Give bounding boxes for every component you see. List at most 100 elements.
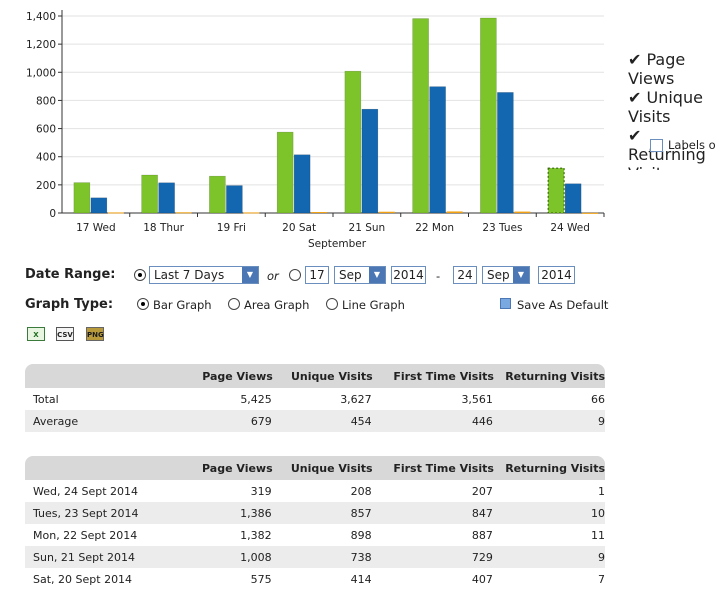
legend-item-unique-visits[interactable]: ✔ Unique Visits bbox=[628, 88, 715, 126]
chevron-down-icon: ▼ bbox=[242, 267, 258, 283]
save-default-label[interactable]: Save As Default bbox=[517, 298, 608, 312]
labels-on-checkbox[interactable] bbox=[650, 138, 663, 152]
table-cell: 1,382 bbox=[240, 528, 272, 542]
line-graph-label[interactable]: Line Graph bbox=[342, 298, 405, 312]
table-cell: 319 bbox=[250, 484, 272, 498]
table-cell: 1 bbox=[598, 484, 605, 498]
daily-table: Page Views Unique Visits First Time Visi… bbox=[25, 456, 605, 590]
to-month-value: Sep bbox=[487, 268, 510, 282]
table-cell: Average bbox=[25, 410, 181, 432]
bar-page-views bbox=[344, 70, 362, 214]
area-graph-radio[interactable] bbox=[228, 298, 240, 310]
chevron-down-icon: ▼ bbox=[369, 267, 385, 283]
table-row: Mon, 22 Sept 2014 1,382 898 887 11 bbox=[25, 524, 605, 546]
legend-item-page-views[interactable]: ✔ Page Views bbox=[628, 50, 715, 88]
x-axis-title: September bbox=[308, 238, 367, 250]
labels-on-label: Labels on bbox=[668, 138, 715, 152]
table-header: Unique Visits bbox=[272, 364, 373, 388]
table-cell: 7 bbox=[598, 572, 605, 586]
table-cell: Sun, 21 Sept 2014 bbox=[25, 546, 181, 568]
from-year-input[interactable]: 2014 bbox=[391, 266, 426, 284]
from-month-select[interactable]: Sep ▼ bbox=[334, 266, 386, 284]
x-tick-label: 17 Wed bbox=[76, 222, 116, 234]
y-tick-label: 0 bbox=[49, 208, 56, 220]
table-header: Returning Visits bbox=[493, 456, 605, 480]
table-cell: 1,008 bbox=[180, 546, 273, 568]
chevron-down-icon: ▼ bbox=[513, 267, 529, 283]
table-cell: 414 bbox=[350, 572, 372, 586]
bar-returning-visits bbox=[175, 212, 192, 214]
table-cell: 887 bbox=[471, 528, 493, 542]
bar-returning-visits bbox=[243, 212, 260, 214]
table-row: Tues, 23 Sept 2014 1,386 857 847 10 bbox=[25, 502, 605, 524]
table-row: Wed, 24 Sept 2014 319 208 207 1 bbox=[25, 480, 605, 502]
y-tick-label: 1,400 bbox=[26, 11, 56, 23]
to-day-input[interactable]: 24 bbox=[453, 266, 477, 284]
table-cell: 857 bbox=[272, 502, 373, 524]
table-cell: 5,425 bbox=[240, 392, 272, 406]
table-cell: 3,627 bbox=[340, 392, 372, 406]
table-cell: 454 bbox=[272, 410, 373, 432]
legend-checkbox-returning-visits[interactable]: ✔ bbox=[628, 126, 641, 145]
table-header: Page Views bbox=[180, 364, 273, 388]
table-header: Page Views bbox=[180, 456, 273, 480]
excel-icon[interactable]: X bbox=[27, 327, 45, 341]
preset-range-value: Last 7 Days bbox=[154, 268, 225, 282]
line-graph-radio[interactable] bbox=[326, 298, 338, 310]
bar-page-views bbox=[73, 182, 91, 214]
legend-checkbox-page-views[interactable]: ✔ bbox=[628, 50, 641, 69]
bar-unique-visits bbox=[158, 182, 175, 214]
y-tick-label: 200 bbox=[36, 180, 56, 192]
table-cell: 11 bbox=[591, 528, 605, 542]
x-tick-label: 23 Tues bbox=[482, 222, 522, 234]
x-tick-label: 20 Sat bbox=[282, 222, 316, 234]
table-row: Total 5,425 3,627 3,561 66 bbox=[25, 388, 605, 410]
bar-page-views bbox=[276, 131, 294, 214]
save-default-checkbox[interactable] bbox=[500, 298, 511, 309]
chart-legend: ✔ Page Views ✔ Unique Visits ✔ Returning… bbox=[628, 50, 715, 170]
table-header-row: Page Views Unique Visits First Time Visi… bbox=[25, 364, 605, 388]
legend-checkbox-unique-visits[interactable]: ✔ bbox=[628, 88, 641, 107]
table-cell: 66 bbox=[591, 392, 605, 406]
to-month-select[interactable]: Sep ▼ bbox=[482, 266, 530, 284]
from-day-input[interactable]: 17 bbox=[305, 266, 329, 284]
table-cell: Sat, 20 Sept 2014 bbox=[33, 572, 133, 586]
table-cell: 3,561 bbox=[461, 392, 493, 406]
bar-graph-label[interactable]: Bar Graph bbox=[153, 298, 212, 312]
table-cell: 729 bbox=[372, 546, 494, 568]
from-month-value: Sep bbox=[339, 268, 362, 282]
y-tick-label: 1,200 bbox=[26, 39, 56, 51]
y-tick-label: 800 bbox=[36, 95, 56, 107]
png-export-icon[interactable]: PNG bbox=[86, 327, 104, 341]
table-row: Sun, 21 Sept 2014 1,008 738 729 9 bbox=[25, 546, 605, 568]
custom-range-radio[interactable] bbox=[289, 269, 301, 281]
preset-range-radio[interactable] bbox=[134, 269, 146, 281]
x-tick-label: 18 Thur bbox=[143, 222, 184, 234]
table-cell: Total bbox=[33, 392, 59, 406]
bar-graph-radio[interactable] bbox=[137, 298, 149, 310]
bar-unique-visits bbox=[293, 154, 311, 214]
table-header: Unique Visits bbox=[272, 456, 373, 480]
x-tick-label: 19 Fri bbox=[217, 222, 246, 234]
to-year-input[interactable]: 2014 bbox=[538, 266, 575, 284]
table-row: Sat, 20 Sept 2014 575 414 407 7 bbox=[25, 568, 605, 590]
area-graph-label[interactable]: Area Graph bbox=[244, 298, 309, 312]
or-label: or bbox=[267, 269, 279, 283]
preset-range-select[interactable]: Last 7 Days ▼ bbox=[149, 266, 259, 284]
bar-page-views bbox=[547, 167, 565, 214]
bar-unique-visits bbox=[564, 183, 582, 214]
summary-table: Page Views Unique Visits First Time Visi… bbox=[25, 364, 605, 432]
table-cell: 898 bbox=[350, 528, 372, 542]
bar-unique-visits bbox=[497, 92, 514, 214]
table-header: First Time Visits bbox=[372, 364, 494, 388]
table-cell: 679 bbox=[180, 410, 273, 432]
bar-page-views bbox=[480, 17, 497, 214]
table-cell: 9 bbox=[493, 410, 605, 432]
table-header bbox=[25, 364, 181, 388]
csv-export-icon[interactable]: CSV bbox=[56, 327, 74, 341]
bar-unique-visits bbox=[90, 197, 108, 214]
labels-on-toggle[interactable]: Labels on bbox=[650, 138, 715, 152]
bar-page-views bbox=[412, 18, 429, 214]
bar-returning-visits bbox=[446, 211, 463, 213]
visits-bar-chart: 0 200 400 600 800 1,000 1,200 1,400 17 Wed 18 Thu… bbox=[26, 10, 605, 250]
